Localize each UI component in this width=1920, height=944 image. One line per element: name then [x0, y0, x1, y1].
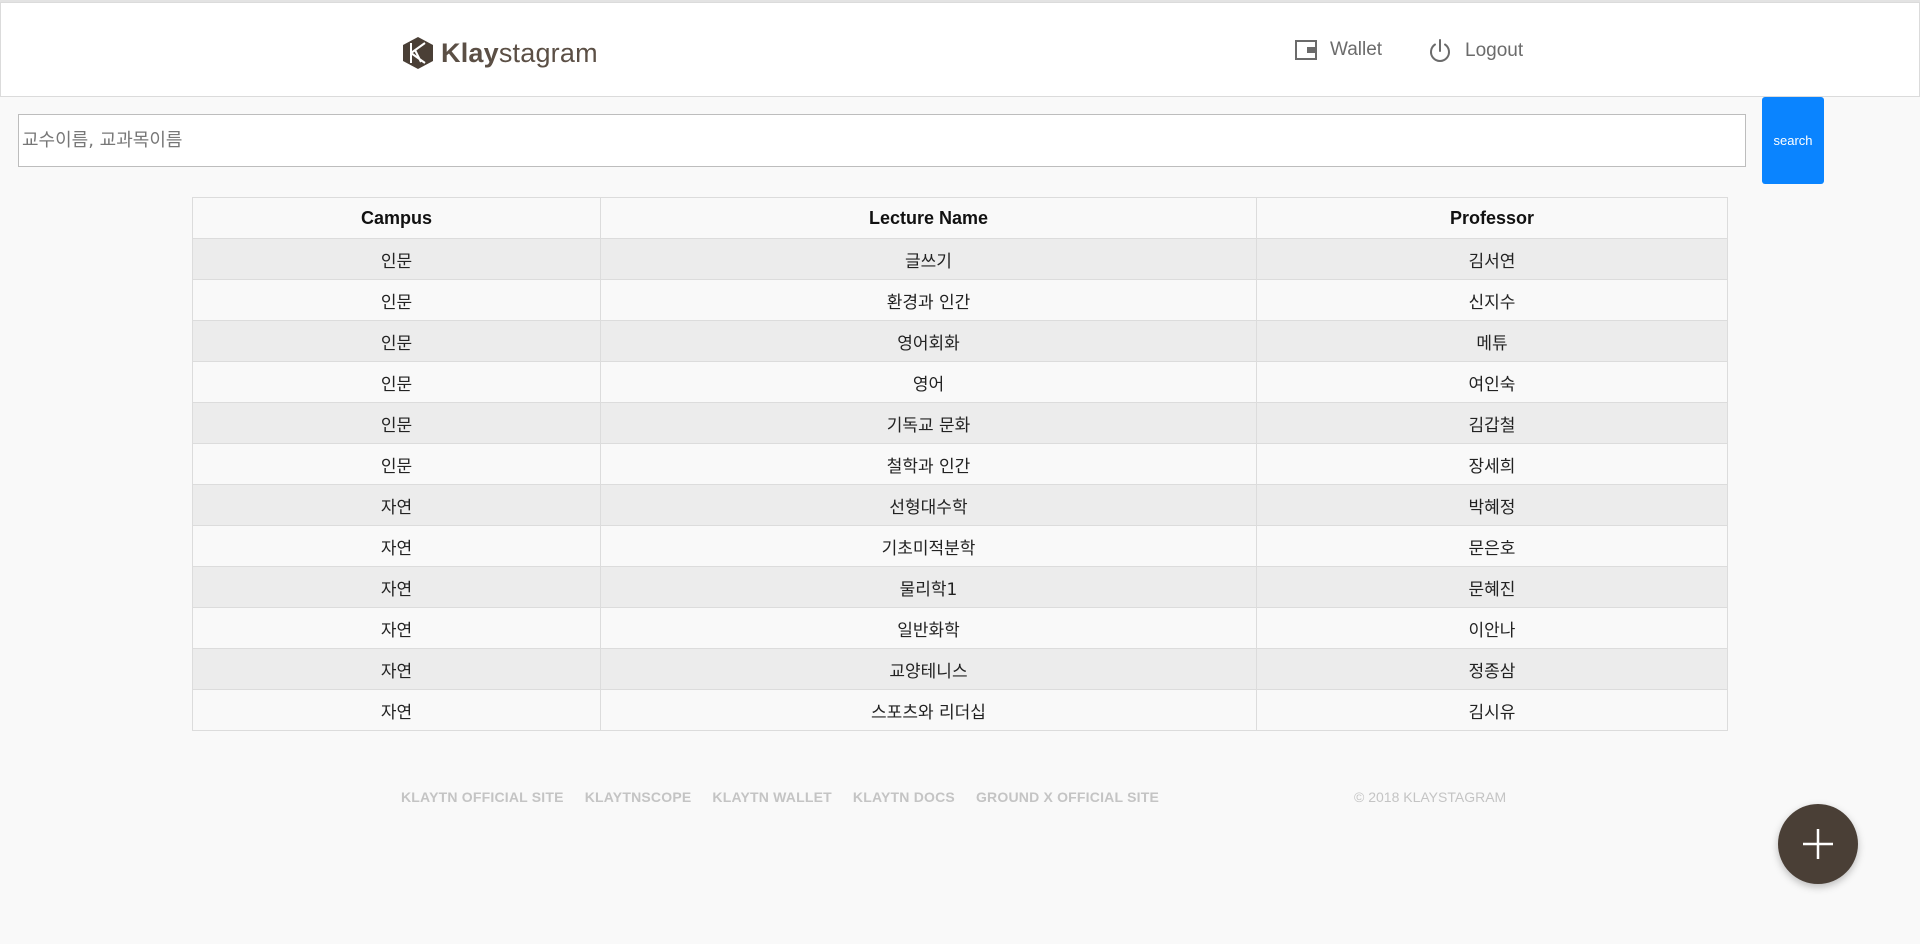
- professor-cell: 김서연: [1256, 238, 1728, 280]
- search-button[interactable]: search: [1762, 97, 1824, 184]
- campus-cell: 자연: [192, 689, 601, 731]
- professor-cell: 김갑철: [1256, 402, 1728, 444]
- lecture-table: Campus Lecture Name Professor 인문 글쓰기 김서연 인…: [192, 197, 1728, 731]
- professor-cell: 이안나: [1256, 607, 1728, 649]
- professor-cell: 문혜진: [1256, 566, 1728, 608]
- lecture-name-cell: 물리학1: [600, 566, 1257, 608]
- lecture-name-cell: 영어회화: [600, 320, 1257, 362]
- table-row[interactable]: 자연 스포츠와 리더십 김시유: [192, 689, 1728, 731]
- table-row[interactable]: 자연 교양테니스 정종삼: [192, 648, 1728, 690]
- lecture-name-cell: 일반화학: [600, 607, 1257, 649]
- campus-cell: 자연: [192, 525, 601, 567]
- table-row[interactable]: 인문 철학과 인간 장세희: [192, 443, 1728, 485]
- search-input[interactable]: [18, 114, 1746, 167]
- table-row[interactable]: 인문 글쓰기 김서연: [192, 238, 1728, 280]
- footer-link-klaytn-wallet[interactable]: KLAYTN WALLET: [712, 789, 832, 805]
- logo[interactable]: Klaystagram: [401, 35, 598, 71]
- table-row[interactable]: 자연 일반화학 이안나: [192, 607, 1728, 649]
- table-header-row: Campus Lecture Name Professor: [192, 197, 1728, 239]
- campus-cell: 인문: [192, 402, 601, 444]
- campus-cell: 자연: [192, 648, 601, 690]
- wallet-label: Wallet: [1330, 39, 1383, 60]
- copyright-text: © 2018 KLAYSTAGRAM: [1354, 789, 1507, 805]
- professor-cell: 신지수: [1256, 279, 1728, 321]
- campus-cell: 인문: [192, 443, 601, 485]
- klaytn-logo-icon: [403, 37, 433, 69]
- plus-icon: [1803, 829, 1833, 859]
- wallet-link[interactable]: Wallet: [1294, 38, 1382, 62]
- lecture-name-cell: 기초미적분학: [600, 525, 1257, 567]
- professor-cell: 박혜정: [1256, 484, 1728, 526]
- logout-label: Logout: [1465, 40, 1524, 61]
- footer-links: KLAYTN OFFICIAL SITE KLAYTNSCOPE KLAYTN …: [401, 789, 1180, 805]
- table-row[interactable]: 인문 영어회화 메튜: [192, 320, 1728, 362]
- footer-link-ground-x-official-site[interactable]: GROUND X OFFICIAL SITE: [976, 789, 1159, 805]
- footer-link-klaytn-docs[interactable]: KLAYTN DOCS: [853, 789, 955, 805]
- lecture-name-cell: 스포츠와 리더십: [600, 689, 1257, 731]
- table-row[interactable]: 자연 기초미적분학 문은호: [192, 525, 1728, 567]
- lecture-name-cell: 선형대수학: [600, 484, 1257, 526]
- campus-cell: 자연: [192, 566, 601, 608]
- wallet-icon: [1295, 40, 1317, 60]
- column-header-professor: Professor: [1256, 197, 1728, 239]
- campus-cell: 자연: [192, 607, 601, 649]
- professor-cell: 여인숙: [1256, 361, 1728, 403]
- table-row[interactable]: 인문 기독교 문화 김갑철: [192, 402, 1728, 444]
- logo-text: Klaystagram: [441, 37, 598, 68]
- professor-cell: 장세희: [1256, 443, 1728, 485]
- professor-cell: 김시유: [1256, 689, 1728, 731]
- table-row[interactable]: 인문 영어 여인숙: [192, 361, 1728, 403]
- footer-link-klaytn-official-site[interactable]: KLAYTN OFFICIAL SITE: [401, 789, 564, 805]
- logout-link[interactable]: Logout: [1427, 38, 1523, 64]
- lecture-name-cell: 환경과 인간: [600, 279, 1257, 321]
- column-header-campus: Campus: [192, 197, 601, 239]
- footer-link-klaytnscope[interactable]: KLAYTNSCOPE: [585, 789, 692, 805]
- add-button[interactable]: [1778, 804, 1858, 884]
- professor-cell: 문은호: [1256, 525, 1728, 567]
- campus-cell: 인문: [192, 238, 601, 280]
- column-header-lecture-name: Lecture Name: [600, 197, 1257, 239]
- lecture-name-cell: 기독교 문화: [600, 402, 1257, 444]
- table-row[interactable]: 자연 선형대수학 박혜정: [192, 484, 1728, 526]
- professor-cell: 메튜: [1256, 320, 1728, 362]
- lecture-name-cell: 영어: [600, 361, 1257, 403]
- header: Klaystagram Wallet Logout: [0, 2, 1920, 97]
- lecture-name-cell: 철학과 인간: [600, 443, 1257, 485]
- lecture-name-cell: 글쓰기: [600, 238, 1257, 280]
- lecture-name-cell: 교양테니스: [600, 648, 1257, 690]
- search-bar: [18, 114, 1746, 167]
- campus-cell: 인문: [192, 320, 601, 362]
- campus-cell: 인문: [192, 361, 601, 403]
- campus-cell: 자연: [192, 484, 601, 526]
- table-row[interactable]: 자연 물리학1 문혜진: [192, 566, 1728, 608]
- table-row[interactable]: 인문 환경과 인간 신지수: [192, 279, 1728, 321]
- campus-cell: 인문: [192, 279, 601, 321]
- professor-cell: 정종삼: [1256, 648, 1728, 690]
- power-icon: [1430, 39, 1450, 62]
